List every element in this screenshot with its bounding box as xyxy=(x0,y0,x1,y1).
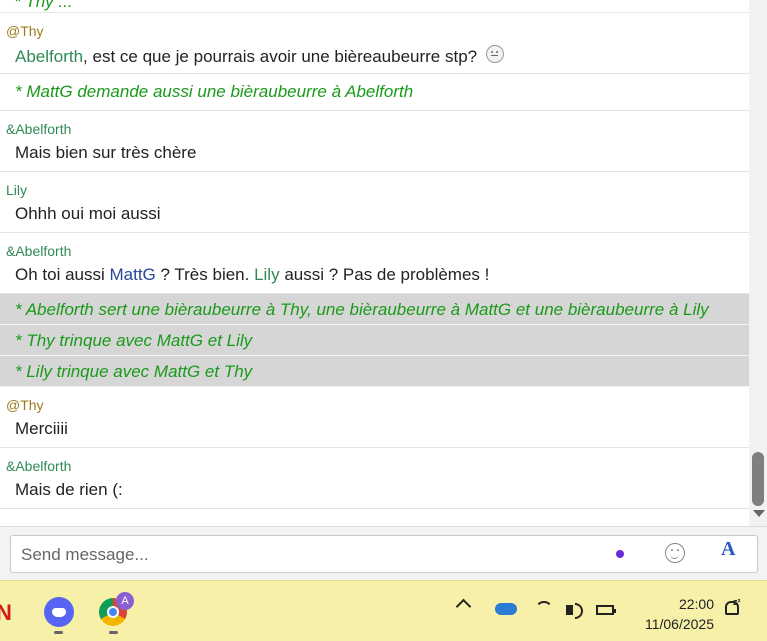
action-message: * MattG demande aussi une bièraubeurre à… xyxy=(0,74,749,111)
message-text: Mais de rien (: xyxy=(15,480,123,500)
discord-icon[interactable] xyxy=(44,597,74,627)
nick-mention[interactable]: Abelforth xyxy=(15,47,83,66)
message-nick[interactable]: @Thy xyxy=(6,23,44,39)
notification-badge: z² xyxy=(733,597,741,607)
message-text-part: , est ce que je pourrais avoir une bière… xyxy=(83,47,482,66)
status-dot-icon xyxy=(616,550,624,558)
action-message: * Lily trinque avec MattG et Thy xyxy=(0,356,749,387)
action-text: * MattG demande aussi une bièraubeurre à… xyxy=(15,82,414,101)
message-nick[interactable]: @Thy xyxy=(6,397,44,413)
neutral-smiley-icon xyxy=(485,45,504,63)
chat-message: &Abelforth Oh toi aussi MattG ? Très bien… xyxy=(0,233,749,294)
message-text: Abelforth, est ce que je pourrais avoir … xyxy=(15,45,504,67)
chat-message: @Thy Merciiii xyxy=(0,387,749,448)
scroll-down-arrow-icon[interactable] xyxy=(753,510,765,517)
message-text: Mais bien sur très chère xyxy=(15,143,196,163)
message-text: Oh toi aussi MattG ? Très bien. Lily aus… xyxy=(15,265,489,285)
nick-mention[interactable]: Lily xyxy=(254,265,280,284)
clock[interactable]: 22:00 11/06/2025 xyxy=(620,594,714,634)
chat-log[interactable]: * Thy ... @Thy Abelforth, est ce que je p… xyxy=(0,0,749,526)
message-nick[interactable]: &Abelforth xyxy=(6,458,71,474)
chat-message: Lily Ohhh oui moi aussi xyxy=(0,172,749,233)
clock-date: 11/06/2025 xyxy=(644,616,714,632)
message-nick[interactable]: &Abelforth xyxy=(6,121,71,137)
running-indicator xyxy=(54,631,63,634)
message-text: Merciiii xyxy=(15,419,68,439)
netflix-icon[interactable]: N xyxy=(0,600,12,626)
volume-icon[interactable] xyxy=(566,603,583,619)
clock-time: 22:00 xyxy=(678,596,714,612)
scrollbar-thumb[interactable] xyxy=(752,452,764,506)
onedrive-cloud-icon[interactable] xyxy=(495,603,517,615)
message-text-part: Oh toi aussi xyxy=(15,265,110,284)
message-text-part: aussi ? Pas de problèmes ! xyxy=(279,265,490,284)
action-text: * Lily trinque avec MattG et Thy xyxy=(15,362,253,381)
message-text-part: Merciiii xyxy=(15,419,68,438)
text-format-button[interactable]: A xyxy=(721,538,735,561)
taskbar: N A 22:00 11/06/2025 z² xyxy=(0,580,767,641)
chat-message: &Abelforth Mais de rien (: xyxy=(0,448,749,509)
partial-message: * Thy ... xyxy=(0,0,749,13)
message-text-part: Mais de rien (: xyxy=(15,480,123,499)
message-text-part: Ohhh oui moi aussi xyxy=(15,204,161,223)
chrome-profile-badge: A xyxy=(116,592,134,610)
running-indicator xyxy=(109,631,118,634)
message-input[interactable] xyxy=(19,542,603,568)
message-composer: A xyxy=(0,526,767,580)
partial-message-text: * Thy ... xyxy=(14,0,73,11)
message-nick[interactable]: Lily xyxy=(6,182,27,198)
action-text: * Thy trinque avec MattG et Lily xyxy=(15,331,253,350)
action-message: * Abelforth sert une bièraubeurre à Thy,… xyxy=(0,294,749,325)
message-text-part: Mais bien sur très chère xyxy=(15,143,197,162)
message-text-part: ? Très bien. xyxy=(155,265,255,284)
message-input-box[interactable]: A xyxy=(10,535,758,573)
nick-mention[interactable]: MattG xyxy=(110,265,156,284)
action-text: * Abelforth sert une bièraubeurre à Thy,… xyxy=(15,300,709,319)
wifi-icon[interactable] xyxy=(535,601,553,619)
chat-message: &Abelforth Mais bien sur très chère xyxy=(0,111,749,172)
battery-icon[interactable] xyxy=(596,605,616,615)
action-message: * Thy trinque avec MattG et Lily xyxy=(0,325,749,356)
message-nick[interactable]: &Abelforth xyxy=(6,243,71,259)
chat-scrollbar[interactable] xyxy=(749,0,767,526)
chevron-up-icon[interactable] xyxy=(455,598,472,615)
emoji-picker-icon[interactable] xyxy=(665,543,685,563)
chat-message: @Thy Abelforth, est ce que je pourrais av… xyxy=(0,13,749,74)
message-text: Ohhh oui moi aussi xyxy=(15,204,161,224)
